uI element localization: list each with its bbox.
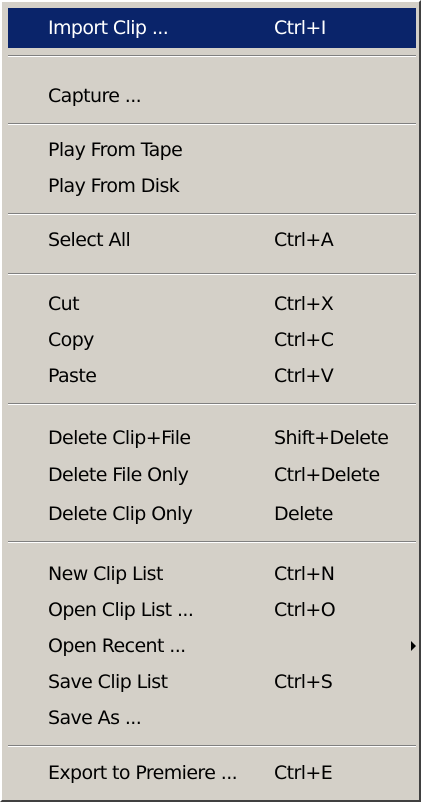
menu-item-label: New Clip List: [48, 563, 163, 585]
menu-item-shortcut: Ctrl+V: [274, 365, 334, 387]
menu-item-capture[interactable]: Capture ...: [8, 76, 416, 116]
menu-separator: [8, 55, 416, 57]
menu-item-label: Play From Disk: [48, 175, 180, 197]
menu-separator: [8, 745, 416, 747]
menu-item-shortcut: Delete: [274, 503, 333, 525]
menu-item-shortcut: Ctrl+N: [274, 563, 335, 585]
menu-item-label: Paste: [48, 365, 97, 387]
menu-item-shortcut: Ctrl+E: [274, 762, 333, 784]
menu-item-label: Import Clip ...: [48, 17, 169, 39]
menu-item-copy[interactable]: Copy Ctrl+C: [8, 320, 416, 360]
menu-item-shortcut: Ctrl+S: [274, 671, 333, 693]
menu-item-label: Delete Clip Only: [48, 503, 193, 525]
menu-item-play-from-disk[interactable]: Play From Disk: [8, 166, 416, 206]
menu-item-delete-clip-only[interactable]: Delete Clip Only Delete: [8, 494, 416, 534]
menu-item-import-clip[interactable]: Import Clip ... Ctrl+I: [8, 8, 416, 48]
menu-item-save-as[interactable]: Save As ...: [8, 698, 416, 738]
menu-item-export-to-premiere[interactable]: Export to Premiere ... Ctrl+E: [8, 753, 416, 793]
menu-item-shortcut: Ctrl+O: [274, 599, 336, 621]
menu-item-label: Copy: [48, 329, 94, 351]
menu-item-select-all[interactable]: Select All Ctrl+A: [8, 220, 416, 260]
menu-item-open-clip-list[interactable]: Open Clip List ... Ctrl+O: [8, 590, 416, 630]
menu-separator: [8, 403, 416, 405]
menu-separator: [8, 123, 416, 125]
menu-separator: [8, 273, 416, 275]
menu-separator: [8, 541, 416, 543]
chevron-right-icon: [411, 641, 416, 651]
menu-item-label: Save As ...: [48, 707, 142, 729]
menu-item-label: Delete File Only: [48, 464, 189, 486]
menu-item-shortcut: Shift+Delete: [274, 427, 389, 449]
menu-item-label: Export to Premiere ...: [48, 762, 238, 784]
menu-item-label: Open Recent ...: [48, 635, 186, 657]
menu-item-label: Delete Clip+File: [48, 427, 191, 449]
menu-item-new-clip-list[interactable]: New Clip List Ctrl+N: [8, 554, 416, 594]
menu-item-label: Open Clip List ...: [48, 599, 194, 621]
menu-item-delete-file-only[interactable]: Delete File Only Ctrl+Delete: [8, 455, 416, 495]
context-menu: Import Clip ... Ctrl+I Capture ... Play …: [0, 0, 421, 802]
menu-item-delete-clip-file[interactable]: Delete Clip+File Shift+Delete: [8, 418, 416, 458]
menu-item-label: Capture ...: [48, 85, 142, 107]
menu-item-save-clip-list[interactable]: Save Clip List Ctrl+S: [8, 662, 416, 702]
menu-item-shortcut: Ctrl+A: [274, 229, 334, 251]
menu-item-shortcut: Ctrl+I: [274, 17, 326, 39]
menu-item-shortcut: Ctrl+C: [274, 329, 334, 351]
menu-item-open-recent[interactable]: Open Recent ...: [8, 626, 416, 666]
menu-item-play-from-tape[interactable]: Play From Tape: [8, 130, 416, 170]
menu-item-label: Cut: [48, 293, 80, 315]
menu-item-label: Save Clip List: [48, 671, 168, 693]
menu-item-shortcut: Ctrl+X: [274, 293, 334, 315]
menu-item-paste[interactable]: Paste Ctrl+V: [8, 356, 416, 396]
menu-item-cut[interactable]: Cut Ctrl+X: [8, 284, 416, 324]
menu-separator: [8, 213, 416, 215]
menu-item-label: Play From Tape: [48, 139, 183, 161]
menu-item-label: Select All: [48, 229, 131, 251]
menu-item-shortcut: Ctrl+Delete: [274, 464, 380, 486]
